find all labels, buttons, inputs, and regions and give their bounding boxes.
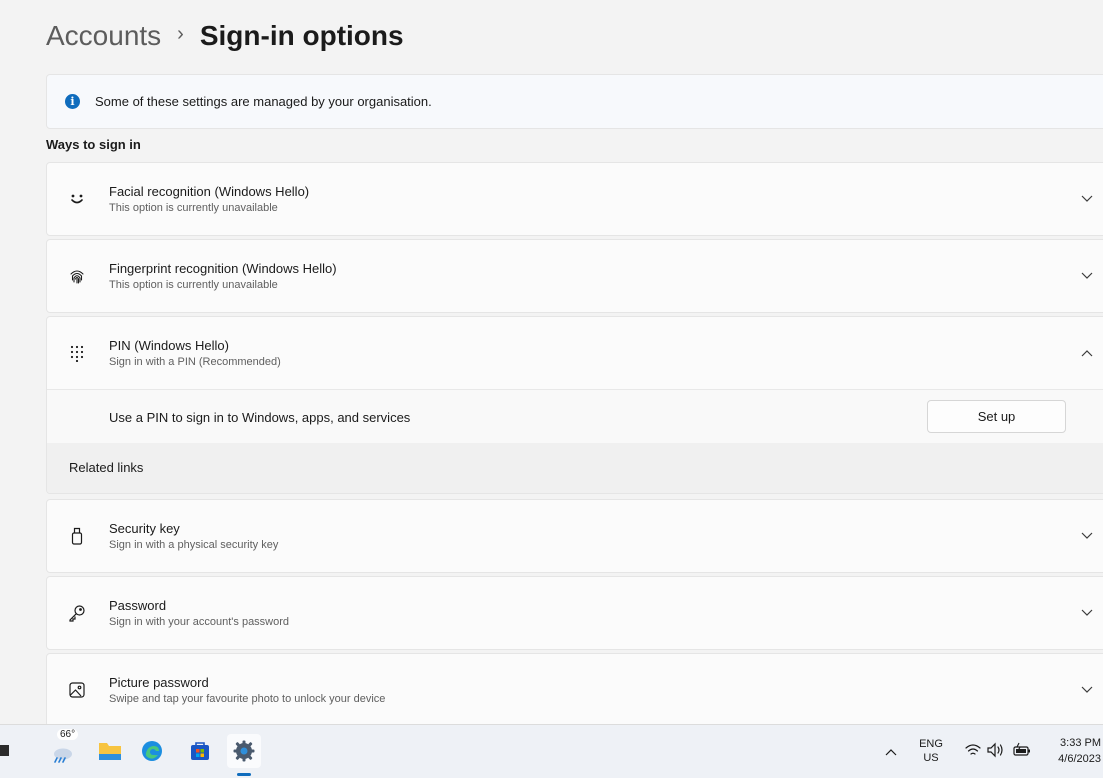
- password-row[interactable]: Password Sign in with your account's pas…: [47, 577, 1103, 649]
- settings-content: Accounts › Sign-in options i Some of the…: [0, 0, 1103, 724]
- password-card[interactable]: Password Sign in with your account's pas…: [46, 576, 1103, 650]
- pin-row[interactable]: PIN (Windows Hello) Sign in with a PIN (…: [47, 317, 1103, 389]
- key-icon: [65, 601, 89, 625]
- option-subtitle: Sign in with a physical security key: [109, 539, 279, 551]
- clock[interactable]: 3:33 PM 4/6/2023: [1045, 735, 1101, 767]
- page-title: Sign-in options: [199, 20, 404, 51]
- language-code: ENG: [919, 738, 943, 750]
- battery-charging-icon[interactable]: [1013, 742, 1031, 763]
- breadcrumb: Accounts › Sign-in options: [46, 14, 404, 58]
- facial-recognition-row[interactable]: Facial recognition (Windows Hello) This …: [47, 163, 1103, 235]
- option-title: Fingerprint recognition (Windows Hello): [109, 261, 337, 276]
- option-subtitle: This option is currently unavailable: [109, 279, 278, 291]
- usb-key-icon: [65, 524, 89, 548]
- face-icon: [65, 187, 89, 211]
- store-icon[interactable]: [183, 734, 217, 768]
- option-subtitle: Sign in with your account's password: [109, 616, 290, 628]
- fingerprint-icon: [65, 264, 89, 288]
- fingerprint-recognition-row[interactable]: Fingerprint recognition (Windows Hello) …: [47, 240, 1103, 312]
- section-title: Ways to sign in: [46, 137, 141, 152]
- show-hidden-icons-chevron-icon[interactable]: [885, 743, 897, 761]
- option-title: Facial recognition (Windows Hello): [109, 184, 310, 199]
- related-links-section: Related links: [47, 443, 1103, 493]
- active-app-indicator: [237, 773, 251, 776]
- option-title: Password: [109, 598, 167, 613]
- option-title: Security key: [109, 521, 180, 536]
- chevron-down-icon[interactable]: [1077, 603, 1097, 623]
- picture-icon: [65, 678, 89, 702]
- weather-temperature: 66°: [57, 729, 79, 740]
- chevron-up-icon[interactable]: [1077, 343, 1097, 363]
- language-indicator[interactable]: ENG US: [917, 737, 945, 765]
- option-subtitle: Sign in with a PIN (Recommended): [109, 356, 281, 368]
- security-key-card[interactable]: Security key Sign in with a physical sec…: [46, 499, 1103, 573]
- option-subtitle: Swipe and tap your favourite photo to un…: [109, 693, 386, 705]
- picture-password-row[interactable]: Picture password Swipe and tap your favo…: [47, 654, 1103, 724]
- notice-text: Some of these settings are managed by yo…: [95, 94, 432, 109]
- chevron-down-icon[interactable]: [1077, 526, 1097, 546]
- option-title: Picture password: [109, 675, 209, 690]
- chevron-down-icon[interactable]: [1077, 680, 1097, 700]
- clock-time: 3:33 PM: [1060, 737, 1101, 749]
- picture-password-card[interactable]: Picture password Swipe and tap your favo…: [46, 653, 1103, 724]
- keyboard-layout: US: [923, 752, 939, 764]
- widgets-weather-icon[interactable]: 66°: [45, 729, 79, 768]
- chevron-down-icon[interactable]: [1077, 189, 1097, 209]
- start-button-edge[interactable]: [0, 745, 9, 756]
- option-title: PIN (Windows Hello): [109, 338, 229, 353]
- clock-date: 4/6/2023: [1058, 753, 1101, 765]
- pin-description: Use a PIN to sign in to Windows, apps, a…: [109, 410, 411, 425]
- pin-setup-button[interactable]: Set up: [927, 400, 1066, 433]
- pin-keypad-icon: [65, 341, 89, 365]
- edge-icon[interactable]: [135, 734, 169, 768]
- breadcrumb-separator: ›: [177, 22, 184, 45]
- facial-recognition-card[interactable]: Facial recognition (Windows Hello) This …: [46, 162, 1103, 236]
- taskbar: 66° ENG US 3:33 PM 4/6/2023: [0, 724, 1103, 778]
- security-key-row[interactable]: Security key Sign in with a physical sec…: [47, 500, 1103, 572]
- chevron-down-icon[interactable]: [1077, 266, 1097, 286]
- settings-icon[interactable]: [227, 734, 261, 768]
- managed-settings-notice: i Some of these settings are managed by …: [46, 74, 1103, 129]
- pin-setup-panel: Use a PIN to sign in to Windows, apps, a…: [47, 389, 1103, 443]
- pin-card[interactable]: PIN (Windows Hello) Sign in with a PIN (…: [46, 316, 1103, 494]
- option-subtitle: This option is currently unavailable: [109, 202, 278, 214]
- fingerprint-recognition-card[interactable]: Fingerprint recognition (Windows Hello) …: [46, 239, 1103, 313]
- volume-icon[interactable]: [986, 742, 1004, 763]
- wifi-icon[interactable]: [965, 743, 981, 762]
- related-links-label: Related links: [69, 460, 144, 475]
- file-explorer-icon[interactable]: [93, 734, 127, 768]
- breadcrumb-accounts-link[interactable]: Accounts: [46, 20, 161, 52]
- info-icon: i: [65, 94, 80, 109]
